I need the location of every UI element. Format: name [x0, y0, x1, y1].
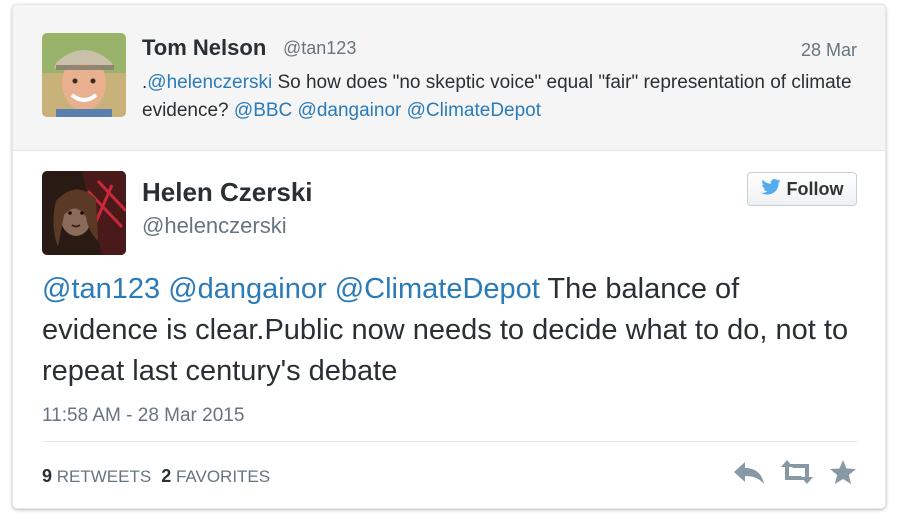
author-handle[interactable]: @helenczerski: [142, 213, 287, 239]
retweets-count: 9: [42, 466, 53, 486]
mention-link[interactable]: @tan123: [42, 273, 160, 305]
mention-link[interactable]: @helenczerski: [147, 72, 272, 93]
avatar[interactable]: [42, 33, 126, 117]
avatar[interactable]: [42, 171, 126, 255]
tweet-timestamp[interactable]: 11:58 AM - 28 Mar 2015: [42, 405, 244, 427]
author-name[interactable]: Tom Nelson: [142, 35, 266, 61]
tweet-stats: 9 RETWEETS 2 FAVORITES: [42, 466, 270, 487]
twitter-bird-icon: [760, 178, 781, 200]
divider: [42, 441, 857, 442]
retweets-label: RETWEETS: [56, 467, 152, 486]
favorites-count: 2: [161, 466, 172, 486]
tweet-date[interactable]: 28 Mar: [801, 40, 857, 61]
retweet-icon[interactable]: [779, 459, 815, 490]
favorites-stat[interactable]: 2 FAVORITES: [161, 466, 271, 486]
mention-link[interactable]: @dangainor: [298, 100, 402, 121]
author-name[interactable]: Helen Czerski: [142, 177, 313, 208]
author-handle[interactable]: @tan123: [283, 38, 356, 59]
text-segment: [160, 273, 168, 305]
follow-label: Follow: [786, 178, 844, 199]
mention-link[interactable]: @ClimateDepot: [335, 273, 540, 305]
follow-button[interactable]: Follow: [747, 172, 857, 206]
favorites-label: FAVORITES: [175, 467, 271, 486]
retweets-stat[interactable]: 9 RETWEETS: [42, 466, 152, 486]
embedded-tweet-card: Tom Nelson @tan123 28 Mar .@helenczerski…: [12, 4, 886, 509]
tweet-text: @tan123 @dangainor @ClimateDepot The bal…: [42, 269, 862, 392]
text-segment: [327, 273, 335, 305]
mention-link[interactable]: @dangainor: [168, 273, 326, 305]
reply-icon[interactable]: [733, 459, 765, 490]
tweet-text: .@helenczerski So how does "no skeptic v…: [142, 69, 852, 125]
mention-link[interactable]: @ClimateDepot: [407, 100, 541, 121]
mention-link[interactable]: @BBC: [234, 100, 292, 121]
tweet-actions: [733, 459, 857, 490]
favorite-star-icon[interactable]: [829, 459, 857, 490]
parent-tweet[interactable]: Tom Nelson @tan123 28 Mar .@helenczerski…: [13, 5, 885, 151]
